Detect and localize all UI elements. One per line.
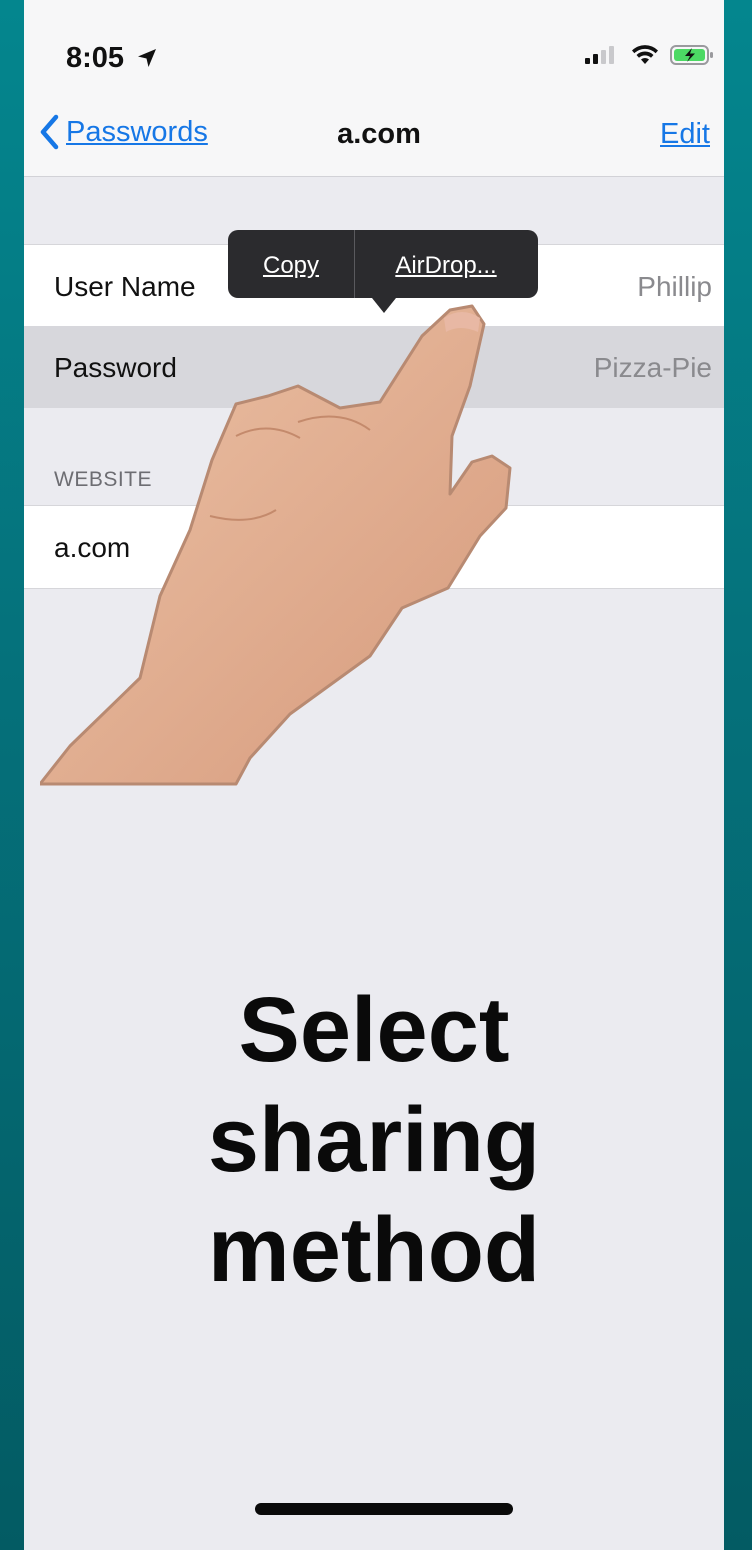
location-arrow-icon (138, 49, 157, 67)
password-value: Pizza-Pie (593, 352, 712, 383)
wifi-icon (632, 45, 658, 64)
copy-menu-item[interactable]: Copy (228, 230, 355, 298)
edit-button[interactable]: Edit (660, 118, 710, 151)
home-indicator[interactable] (255, 1503, 513, 1515)
status-time: 8:05 (66, 42, 158, 75)
status-icons (584, 44, 714, 66)
status-bar: 8:05 (24, 0, 724, 90)
airdrop-menu-item[interactable]: AirDrop... (355, 230, 537, 298)
username-value: Phillip (637, 271, 712, 302)
pointing-hand-illustration (40, 304, 512, 786)
status-time-text: 8:05 (66, 42, 125, 74)
edit-menu-popover: Copy AirDrop... (228, 230, 538, 313)
instruction-line-1: Select (238, 979, 510, 1081)
instruction-line-2: sharing (207, 1089, 541, 1191)
navigation-bar: Passwords a.com Edit (24, 90, 724, 177)
phone-screen: 8:05 Passwords a.com Edit User Name Phil… (24, 0, 724, 1550)
page-title: a.com (337, 118, 421, 150)
instruction-line-3: method (207, 1199, 541, 1301)
instruction-caption: Select sharing method (24, 975, 724, 1305)
signal-icon (585, 46, 614, 64)
battery-charging-icon (670, 45, 713, 65)
